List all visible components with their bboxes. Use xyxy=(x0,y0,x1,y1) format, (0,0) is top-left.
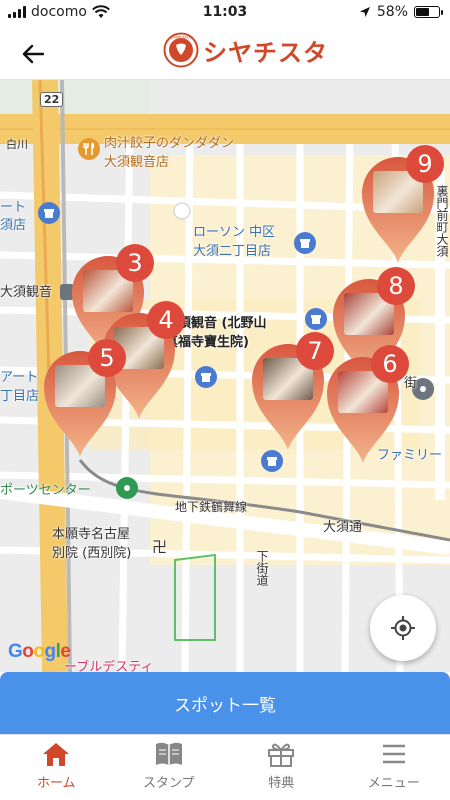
restaurant-icon xyxy=(78,138,100,160)
map-label-gyoza: 肉汁餃子のダンダダン xyxy=(104,136,235,151)
map-label-mart-lower: アート xyxy=(0,370,39,385)
back-button[interactable] xyxy=(18,39,48,69)
gift-icon xyxy=(268,743,295,767)
crosshair-icon xyxy=(391,616,415,640)
temple-symbol-icon: 卍 xyxy=(152,538,168,556)
google-logo: Google xyxy=(8,641,71,662)
badge-text: STAMP RALLY xyxy=(170,36,194,40)
tab-label: メニュー xyxy=(367,776,420,791)
map-label-subway: 地下鉄鶴舞線 xyxy=(175,500,248,514)
spot-list-button[interactable]: スポット一覧 xyxy=(0,672,450,734)
map-label-mart-left: ート xyxy=(0,200,27,215)
stamp-badge-icon: STAMP RALLY xyxy=(163,32,199,68)
map-label-shitamachi: 下街道 xyxy=(255,550,269,586)
map-label-honganji: 本願寺名古屋 xyxy=(52,527,131,542)
map-label-bottom: ーブルデスティ xyxy=(64,660,154,672)
spot-number-badge: 9 xyxy=(406,145,444,183)
home-icon xyxy=(43,743,70,766)
store-icon xyxy=(195,366,217,388)
store-icon xyxy=(294,232,316,254)
tab-benefits[interactable]: 特典 xyxy=(225,735,338,800)
bottom-tab-bar: ホーム スタンプ 特典 メニュー xyxy=(0,734,450,800)
park-pin-icon xyxy=(116,477,138,499)
app-header: STAMP RALLY シヤチスタ xyxy=(0,26,450,80)
route-shield: 22 xyxy=(40,92,64,107)
tab-label: スタンプ xyxy=(142,776,195,791)
spot-number-badge: 4 xyxy=(147,301,185,339)
map-label-gyoza-store: 大須観音店 xyxy=(104,155,170,170)
status-right: 58% xyxy=(359,4,443,20)
map-label-mart-lower-store: 丁目店 xyxy=(0,389,40,404)
my-location-button[interactable] xyxy=(370,595,436,661)
spot-pin-6[interactable]: 6 xyxy=(327,345,409,467)
tab-menu[interactable]: メニュー xyxy=(338,735,450,800)
map-label-monzen: 裏門前町大須 xyxy=(435,185,449,257)
map-label-shirakawa: 白川 xyxy=(6,138,28,151)
location-arrow-icon xyxy=(359,7,370,17)
map-label-osu-kannon-left: 大須観音 xyxy=(0,285,53,300)
tab-label: ホーム xyxy=(36,776,76,791)
map-label-honganji-sub: 別院 (西別院) xyxy=(52,546,132,561)
spot-number-badge: 8 xyxy=(377,267,415,305)
battery-icon xyxy=(414,6,443,18)
map-label-lawson: ローソン 中区 xyxy=(193,225,276,240)
map-label-osu-dori: 大須通 xyxy=(323,520,363,535)
status-bar: docomo 11:03 58% xyxy=(0,0,450,26)
battery-fill xyxy=(416,8,429,16)
book-icon xyxy=(155,742,182,765)
store-icon xyxy=(38,202,60,224)
map-label-lawson-store: 大須二丁目店 xyxy=(193,244,272,259)
map-label-mart-left-store: 須店 xyxy=(0,218,27,233)
tab-home[interactable]: ホーム xyxy=(0,735,113,800)
app-logo: STAMP RALLY シヤチスタ xyxy=(163,32,328,68)
map-view[interactable]: 22 白川 肉汁餃子のダンダダン 大須観音店 ート 須店 ローソン 中区 大須二… xyxy=(0,80,450,672)
tab-label: 特典 xyxy=(268,776,295,791)
battery-percent: 58% xyxy=(376,4,408,20)
map-label-osu-kannon-sub: 真福寺寶生院) xyxy=(165,335,249,350)
menu-icon xyxy=(382,744,405,764)
store-icon xyxy=(305,308,327,330)
spot-pin-9[interactable]: 9 xyxy=(362,145,444,267)
spot-number-badge: 6 xyxy=(371,345,409,383)
spot-pin-7[interactable]: 7 xyxy=(252,332,334,454)
map-label-gai: 街 xyxy=(404,376,418,391)
spot-number-badge: 5 xyxy=(88,339,126,377)
spot-number-badge: 3 xyxy=(116,244,154,282)
spot-pin-5[interactable]: 5 xyxy=(44,339,126,461)
back-arrow-icon xyxy=(22,44,44,64)
tab-stamp[interactable]: スタンプ xyxy=(113,735,226,800)
map-label-sports: ポーツセンター xyxy=(0,483,91,498)
logo-text: シヤチスタ xyxy=(203,38,328,67)
